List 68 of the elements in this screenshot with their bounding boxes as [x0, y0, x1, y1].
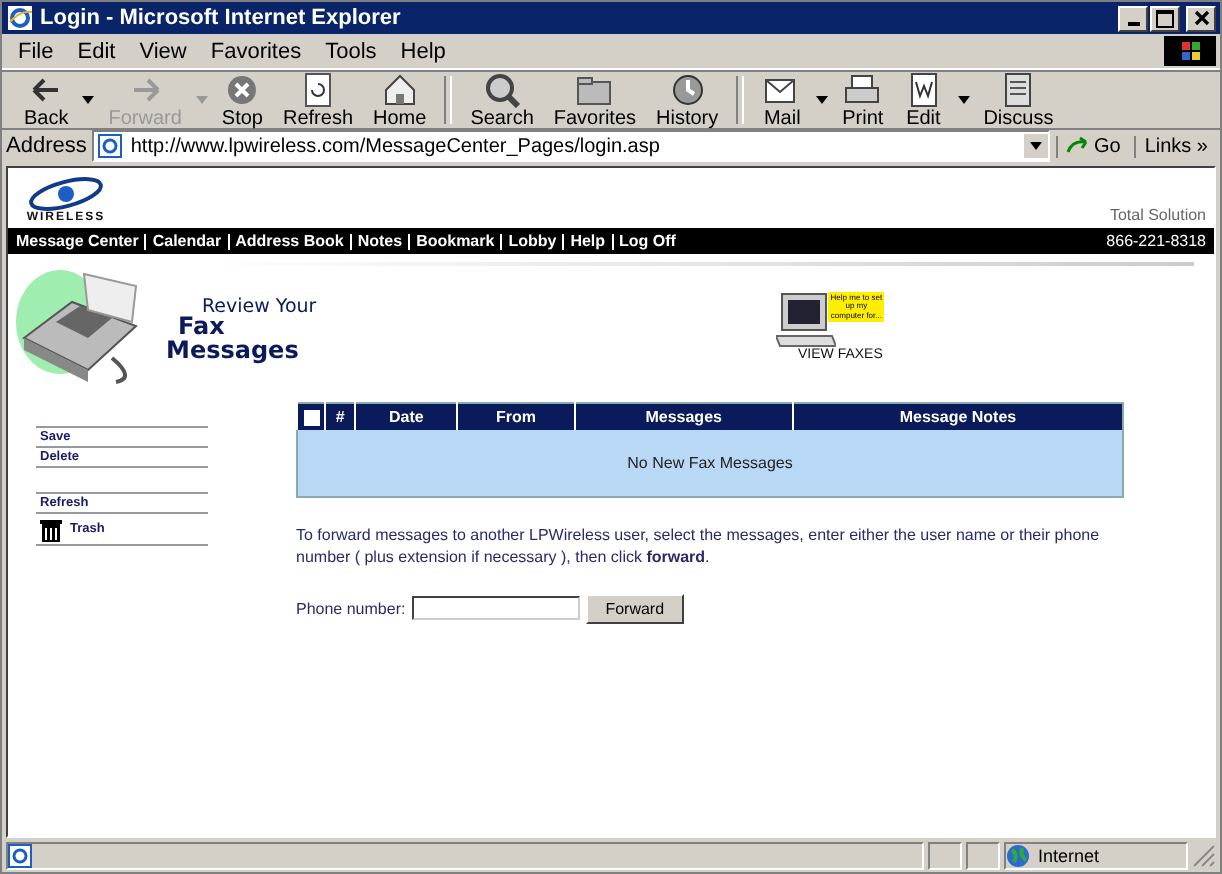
resize-grip-icon[interactable] [1192, 843, 1216, 867]
heading-line: Review Your [202, 298, 317, 317]
column-header[interactable]: Date [355, 403, 458, 430]
folder-icon [574, 71, 615, 107]
toolbar-button[interactable]: Favorites [543, 71, 647, 129]
windows-logo-icon [1164, 36, 1216, 66]
toolbar-button[interactable]: Edit [893, 71, 954, 129]
toolbar-button[interactable]: Refresh [273, 71, 364, 129]
instructions-text: To forward messages to another LPWireless user, select the messages, enter either the user name or their phone number ( plus extension if necessary ), then click forward. [296, 526, 1102, 570]
phone-label: Phone number: [296, 599, 406, 618]
menu-item[interactable]: Edit [77, 39, 116, 63]
page-icon [8, 843, 32, 867]
logo-icon [26, 176, 106, 212]
go-button[interactable]: Go [1055, 135, 1129, 157]
maximize-icon [1156, 9, 1174, 27]
toolbar-button[interactable]: Search [460, 71, 544, 129]
toolbar-button[interactable]: Stop [211, 71, 273, 129]
phone-input-field[interactable] [411, 596, 580, 621]
address-field[interactable]: http://www.lpwireless.com/MessageCenter_Pages/login.asp [92, 130, 1050, 162]
menu-item[interactable]: File [18, 39, 54, 63]
page-icon [98, 134, 123, 158]
menu-item[interactable]: View [139, 39, 187, 63]
dropdown-arrow-icon[interactable] [957, 96, 970, 104]
toolbar-button[interactable]: Discuss [973, 71, 1064, 129]
forward-button[interactable]: Forward [585, 593, 685, 624]
column-header[interactable]: From [457, 403, 575, 430]
select-all-checkbox[interactable] [303, 409, 319, 426]
toolbar-button[interactable]: Mail [752, 71, 813, 129]
status-panel [928, 841, 962, 869]
heading-line: Fax [178, 316, 225, 340]
go-arrow-icon [1065, 136, 1090, 156]
menu-item[interactable]: Tools [325, 39, 377, 63]
heading-line: Messages [166, 339, 301, 362]
minimize-button[interactable] [1118, 5, 1148, 31]
address-label: Address [6, 134, 87, 158]
empty-message: No New Fax Messages [297, 430, 1123, 497]
column-header[interactable]: Message Notes [792, 403, 1123, 430]
maximize-button[interactable] [1150, 5, 1180, 31]
nav-link[interactable]: Lobby [508, 232, 557, 250]
window-title: Login - Microsoft Internet Explorer [40, 6, 401, 30]
printer-icon [842, 71, 883, 107]
column-header[interactable]: # [325, 403, 356, 430]
nav-link[interactable]: Bookmark [416, 232, 495, 250]
nav-link[interactable]: Address Book [235, 232, 344, 250]
nav-link[interactable]: Notes [357, 232, 403, 250]
close-button[interactable] [1186, 5, 1216, 31]
menu-item[interactable]: Help [400, 39, 446, 63]
toolbar-button[interactable]: Home [363, 71, 437, 129]
nav-link[interactable]: Help [570, 232, 606, 250]
browser-icon [6, 4, 34, 32]
trash-icon [40, 517, 62, 541]
tagline: Total Solution [1109, 206, 1206, 224]
phone-number: 866-221-8318 [1106, 232, 1206, 250]
status-panel [966, 841, 1000, 869]
dropdown-arrow-icon[interactable] [816, 96, 829, 104]
toolbar-button[interactable]: Back [14, 71, 79, 129]
toolbar-button[interactable]: Print [832, 71, 894, 129]
dropdown-arrow-icon[interactable] [82, 96, 95, 104]
nav-link[interactable]: Calendar [152, 232, 222, 250]
zone-label: Internet [1038, 845, 1100, 865]
nav-link[interactable]: Log Off [619, 232, 676, 250]
nav-link[interactable]: Message Center [16, 232, 139, 250]
column-header[interactable]: Messages [574, 403, 793, 430]
links-button[interactable]: Links » [1134, 135, 1216, 157]
close-icon [1193, 10, 1209, 26]
search-icon [482, 71, 523, 107]
menu-item[interactable]: Favorites [210, 39, 302, 63]
toolbar-button[interactable]: History [646, 71, 729, 129]
